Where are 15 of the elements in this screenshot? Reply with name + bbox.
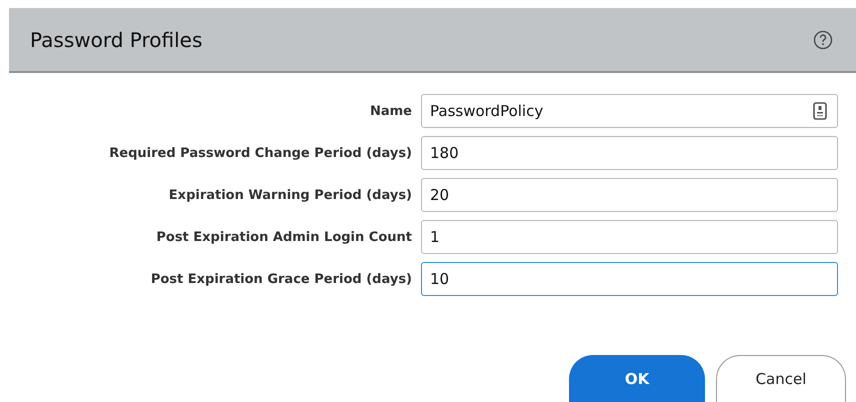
ok-button[interactable]: OK (569, 355, 705, 402)
field-label: Expiration Warning Period (days) (168, 188, 413, 202)
help-icon[interactable] (813, 30, 833, 50)
field-label: Post Expiration Admin Login Count (155, 230, 413, 244)
cancel-button[interactable]: Cancel (716, 355, 846, 402)
field-label: Required Password Change Period (days) (108, 146, 413, 160)
input-field[interactable]: PasswordPolicy (421, 94, 838, 128)
input-field[interactable]: 1 (421, 220, 838, 254)
field-label: Post Expiration Grace Period (days) (150, 272, 413, 286)
document-icon[interactable] (813, 102, 827, 120)
field-label: Name (368, 104, 413, 118)
dialog-title: Password Profiles (30, 28, 202, 52)
input-field[interactable]: 180 (421, 136, 838, 170)
input-field[interactable]: 10 (421, 262, 838, 296)
input-field[interactable]: 20 (421, 178, 838, 212)
